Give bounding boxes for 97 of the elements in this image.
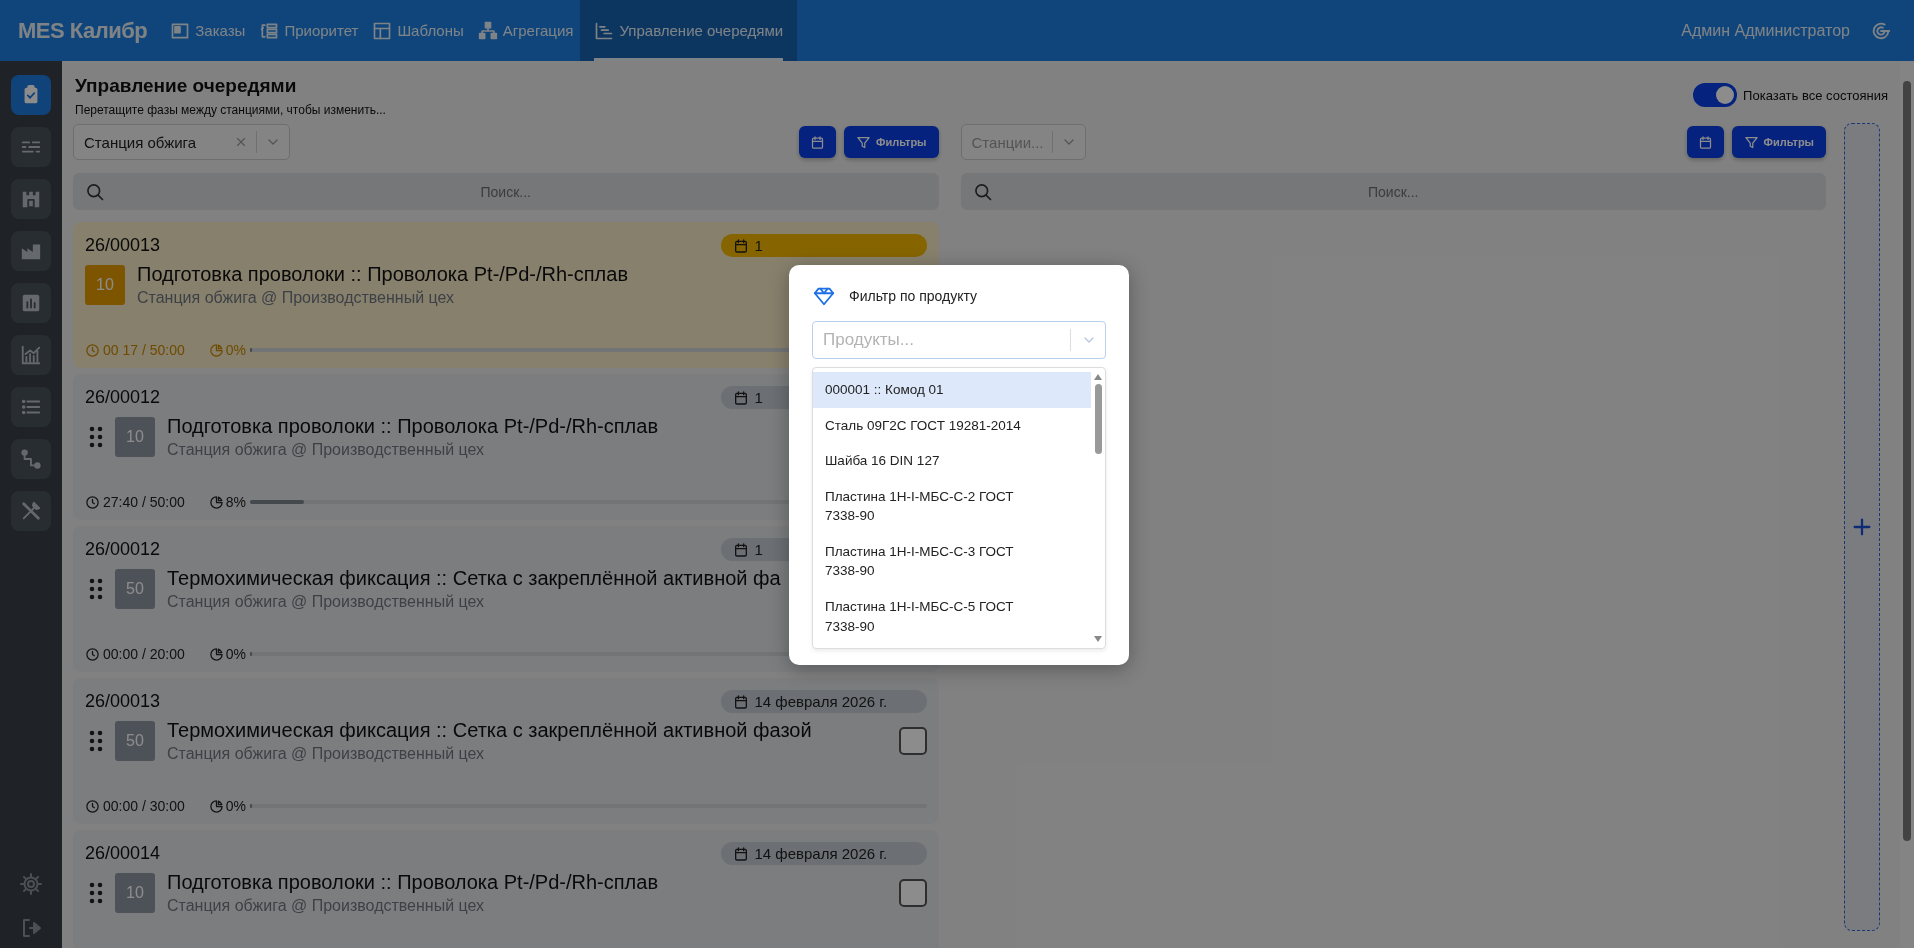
product-select[interactable]: Продукты...	[812, 321, 1106, 359]
layout-icon	[372, 20, 393, 41]
page-subtitle: Перетащите фазы между станциями, чтобы изменить...	[75, 103, 386, 117]
nav-tab[interactable]: Заказы	[195, 22, 246, 39]
calendar-icon	[732, 845, 749, 862]
operation-code: 10	[115, 873, 155, 913]
toggle-label: Показать все состояния	[1743, 87, 1888, 103]
calendar-button[interactable]	[799, 126, 837, 158]
sidebar-button[interactable]	[11, 439, 51, 479]
order-number: 26/00012	[85, 539, 161, 560]
station-location: Станция обжига @ Производственный цех	[167, 745, 485, 763]
calendar-icon	[1697, 134, 1713, 150]
progress-percent: 0%	[225, 798, 246, 814]
sidebar-button[interactable]	[11, 179, 51, 219]
nav-tab[interactable]: Агрегация	[502, 22, 574, 39]
station-location: Станция обжига @ Производственный цех	[167, 897, 485, 915]
clock-icon	[85, 646, 100, 662]
progress-percent: 0%	[225, 342, 246, 358]
date-badge: 14 февраля 2026 г.	[720, 842, 927, 865]
operation-title: Термохимическая фиксация :: Сетка с закреплённой активной фа	[167, 567, 781, 590]
gantt-icon	[594, 20, 615, 41]
app-logo[interactable]: MES Калибр	[0, 0, 164, 61]
page-title: Управление очередями	[75, 75, 298, 97]
queue-card[interactable]: 26/00013 14 февраля 2026 г. 50 Термохимическая фиксация :: Сетка с закреплённой активной фазой Станция обжига @ Производственный цех 00:00 / 30:00 0%	[73, 678, 939, 824]
pie-chart-icon	[208, 342, 224, 358]
pie-chart-icon	[208, 798, 224, 814]
date-badge: 14 февраля 2026 г.	[720, 690, 927, 713]
time-elapsed: 27:40 / 50:00	[103, 494, 185, 510]
filters-button[interactable]: Фильтры	[1731, 126, 1826, 158]
sidebar-button[interactable]	[11, 127, 51, 167]
station-location: Станция обжига @ Производственный цех	[167, 593, 485, 611]
checkbox[interactable]	[898, 727, 927, 755]
calendar-icon	[732, 389, 749, 406]
operation-code: 10	[115, 417, 155, 457]
drag-handle-icon	[89, 425, 103, 449]
pie-chart-icon	[208, 494, 224, 510]
time-elapsed: 00:00 / 20:00	[103, 646, 185, 662]
calendar-icon	[732, 693, 749, 710]
operation-title: Подготовка проволоки :: Проволока Pt-/Pd-/Rh-сплав	[167, 871, 658, 894]
checkbox[interactable]	[898, 879, 927, 907]
drag-handle-icon	[89, 881, 103, 905]
sidebar-button[interactable]	[11, 283, 51, 323]
station-location: Станция обжига @ Производственный цех	[167, 441, 485, 459]
queue-card[interactable]: 26/00014 14 февраля 2026 г. 10 Подготовка проволоки :: Проволока Pt-/Pd-/Rh-сплав Станция обжига @ Производственный цех	[73, 830, 939, 948]
nav-tab[interactable]: Шаблоны	[397, 22, 464, 39]
calendar-icon	[732, 237, 749, 254]
nav-tab[interactable]: Приоритет	[284, 22, 359, 39]
operation-code: 50	[115, 721, 155, 761]
bar-chart-icon	[20, 292, 42, 314]
station-location: Станция обжига @ Производственный цех	[137, 289, 455, 307]
filter-icon	[856, 134, 872, 150]
filters-button[interactable]: Фильтры	[844, 126, 939, 158]
operation-code: 10	[85, 265, 125, 305]
calendar-icon	[732, 541, 749, 558]
time-elapsed: 00:00 / 30:00	[103, 798, 185, 814]
operation-title: Термохимическая фиксация :: Сетка с закреплённой активной фазой	[167, 719, 812, 742]
search-icon	[972, 181, 993, 202]
sidebar-button[interactable]	[11, 491, 51, 531]
user-name[interactable]: Админ Администратор	[1681, 0, 1870, 61]
toggle-switch[interactable]	[1693, 83, 1738, 107]
order-number: 26/00013	[85, 691, 161, 712]
order-number: 26/00013	[85, 235, 161, 256]
progress-percent: 8%	[225, 494, 246, 510]
pie-chart-icon	[208, 646, 224, 662]
order-number: 26/00014	[85, 843, 161, 864]
calendar-icon	[810, 134, 826, 150]
search-icon	[85, 181, 105, 202]
gem-icon	[812, 285, 836, 307]
operation-title: Подготовка проволоки :: Проволока Pt-/Pd-/Rh-сплав	[137, 263, 628, 286]
operation-code: 50	[115, 569, 155, 609]
sidebar-button[interactable]	[11, 75, 51, 115]
clock-icon	[85, 798, 100, 814]
tools-icon	[20, 500, 42, 522]
settings-icon[interactable]	[19, 872, 43, 896]
date-badge: 1	[720, 234, 927, 257]
route-icon	[20, 448, 42, 470]
drag-handle-icon	[89, 729, 103, 753]
station-select[interactable]: Станция обжига	[73, 124, 291, 160]
clock-icon	[85, 342, 100, 358]
drag-handle-icon	[89, 577, 103, 601]
calendar-button[interactable]	[1686, 126, 1724, 158]
drop-zone[interactable]	[1844, 123, 1880, 931]
sidebar-button[interactable]	[11, 387, 51, 427]
time-elapsed: 00 17 / 50:00	[103, 342, 185, 358]
hierarchy-icon	[477, 20, 498, 41]
dropdown-option[interactable]: 000001 :: Комод 01	[813, 372, 1091, 408]
order-number: 26/00012	[85, 387, 161, 408]
plus-icon	[1851, 516, 1873, 538]
search-field[interactable]: Поиск...	[73, 173, 939, 210]
search-field[interactable]: Поиск...	[960, 173, 1826, 210]
filter-icon	[1743, 134, 1759, 150]
clock-icon	[85, 494, 100, 510]
operation-title: Подготовка проволоки :: Проволока Pt-/Pd-/Rh-сплав	[167, 415, 658, 438]
sidebar-button[interactable]	[11, 335, 51, 375]
progress-percent: 0%	[225, 646, 246, 662]
sidebar-button[interactable]	[11, 231, 51, 271]
line-chart-icon	[20, 344, 42, 366]
